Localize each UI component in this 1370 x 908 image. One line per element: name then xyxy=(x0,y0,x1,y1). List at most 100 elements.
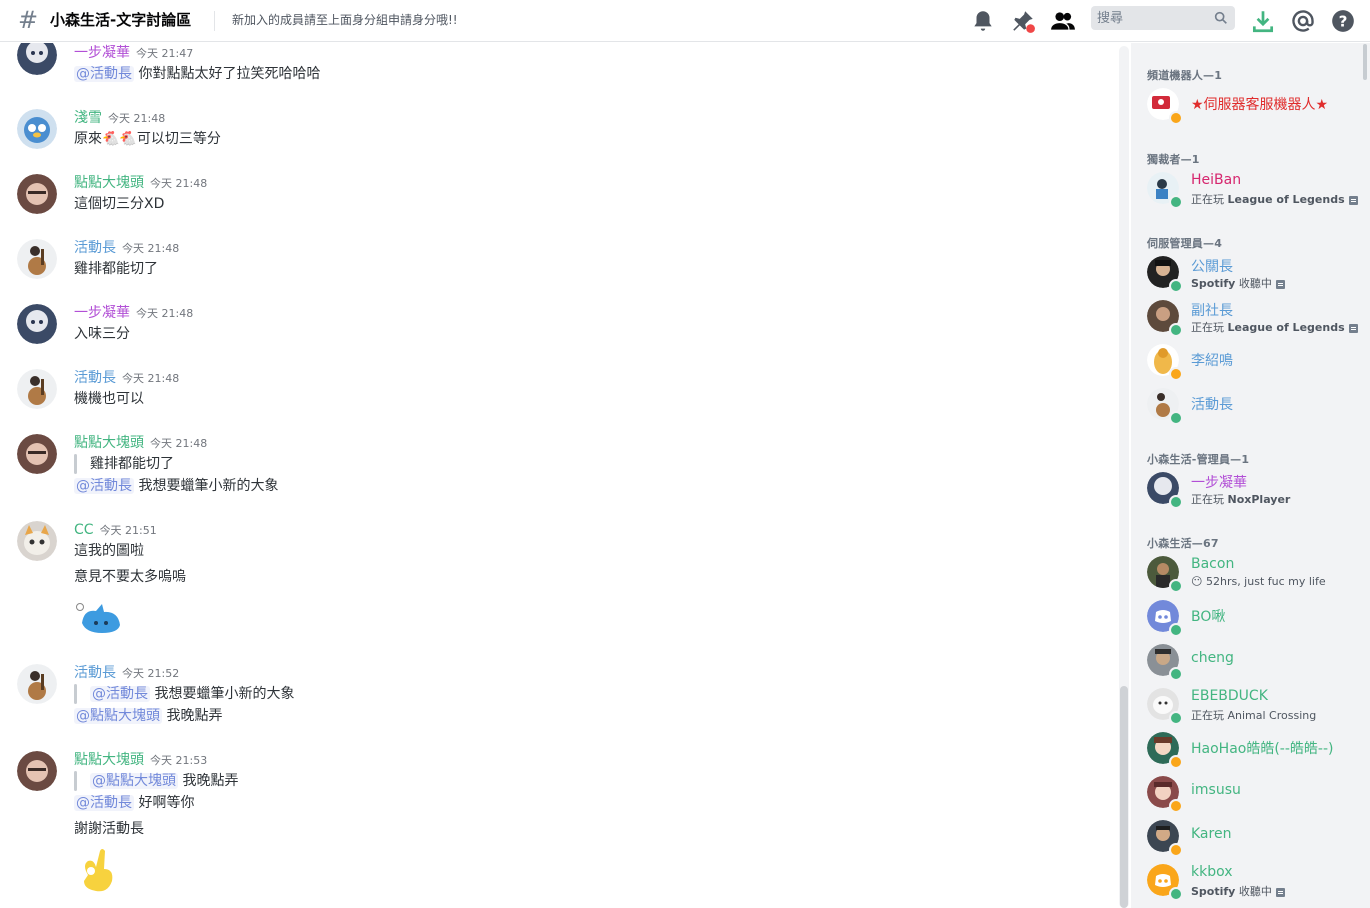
timestamp: 今天 21:48 xyxy=(150,437,208,450)
download-icon[interactable] xyxy=(1250,8,1276,34)
avatar[interactable] xyxy=(17,434,57,474)
status-indicator xyxy=(1169,799,1183,813)
text: 我晚點弄 xyxy=(166,708,223,724)
quote-bar xyxy=(74,771,77,791)
rich-presence-icon xyxy=(1348,195,1358,205)
avatar[interactable] xyxy=(17,369,57,409)
member-name: 一步凝華 xyxy=(1191,475,1247,491)
member-activity: 正在玩 NoxPlayer xyxy=(1191,493,1291,506)
channel-topic[interactable]: 新加入的成員請至上面身分組申請身分哦!! xyxy=(232,11,458,28)
status-indicator xyxy=(1169,667,1183,681)
avatar[interactable] xyxy=(17,304,57,344)
member-name: BO啾 xyxy=(1191,609,1226,625)
rich-presence-icon xyxy=(1348,323,1358,333)
username[interactable]: 一步凝華 xyxy=(74,45,130,61)
status-indicator xyxy=(1169,579,1183,593)
member-item[interactable]: Karen xyxy=(1131,815,1363,857)
timestamp: 今天 21:48 xyxy=(108,112,166,125)
username[interactable]: 活動長 xyxy=(74,240,116,256)
group-header: 小森生活—67 xyxy=(1147,537,1219,550)
message-text: @活動長 你對點點太好了拉笑死哈哈哈 xyxy=(74,63,320,83)
message-text: 謝謝活動長 xyxy=(74,821,144,837)
message-text: @點點大塊頭 我晚點弄 xyxy=(74,705,222,725)
avatar[interactable] xyxy=(17,174,57,214)
username[interactable]: 點點大塊頭 xyxy=(74,752,144,768)
member-name: ★伺服器客服機器人★ xyxy=(1191,97,1329,113)
timestamp: 今天 21:47 xyxy=(136,47,194,60)
username[interactable]: 一步凝華 xyxy=(74,305,130,321)
member-item[interactable]: BO啾 xyxy=(1131,595,1363,637)
reply-quote[interactable]: @活動長 我想要蠟筆小新的大象 xyxy=(74,683,294,704)
member-list[interactable]: 頻道機器人—1 ★伺服器客服機器人★ 獨裁者—1 HeiBan 正在玩 Leag… xyxy=(1131,43,1370,908)
avatar[interactable] xyxy=(17,521,57,561)
member-activity: Spotify 收聽中 xyxy=(1191,275,1285,291)
member-item[interactable]: HaoHao皓皓(--皓皓--) xyxy=(1131,727,1363,769)
member-item[interactable]: 公關長 Spotify 收聽中 xyxy=(1131,251,1363,293)
message-list[interactable]: 一步凝華 今天 21:47 @活動長 你對點點太好了拉笑死哈哈哈 淺雪 今天 21:… xyxy=(0,43,1118,908)
member-item[interactable]: 李紹鳴 xyxy=(1131,339,1363,381)
group-header: 頻道機器人—1 xyxy=(1147,69,1223,82)
help-icon[interactable]: ? xyxy=(1330,8,1356,34)
member-name: Karen xyxy=(1191,826,1232,842)
mention[interactable]: @活動長 xyxy=(74,795,134,811)
avatar[interactable] xyxy=(17,109,57,149)
username[interactable]: 點點大塊頭 xyxy=(74,175,144,191)
avatar[interactable] xyxy=(17,664,57,704)
member-name: kkbox xyxy=(1191,864,1233,880)
chat-scrollbar-thumb[interactable] xyxy=(1120,686,1128,908)
search-input[interactable] xyxy=(1091,6,1207,30)
username[interactable]: CC xyxy=(74,522,94,538)
mention[interactable]: @活動長 xyxy=(74,66,134,82)
mentions-icon[interactable] xyxy=(1290,8,1316,34)
timestamp: 今天 21:52 xyxy=(122,667,180,680)
member-custom-status: 😶 52hrs, just fuc my life xyxy=(1191,575,1326,588)
search-box[interactable] xyxy=(1091,6,1235,30)
status-indicator xyxy=(1169,323,1183,337)
status-indicator xyxy=(1169,887,1183,901)
reply-quote[interactable]: 雞排都能切了 xyxy=(74,453,174,474)
pin-icon[interactable] xyxy=(1010,8,1036,34)
member-item[interactable]: 副社長 正在玩 League of Legends xyxy=(1131,295,1363,337)
message-text: 這個切三分XD xyxy=(74,196,165,212)
avatar[interactable] xyxy=(17,751,57,791)
member-name: 公關長 xyxy=(1191,259,1233,275)
avatar[interactable] xyxy=(17,43,57,75)
member-scrollbar-thumb[interactable] xyxy=(1363,44,1367,80)
quote-text: 我晚點弄 xyxy=(182,773,239,789)
avatar[interactable] xyxy=(17,239,57,279)
mention[interactable]: @點點大塊頭 xyxy=(90,773,178,789)
ok-hand-emoji xyxy=(84,849,113,892)
neutral-face-emoji: 😶 xyxy=(1191,575,1203,588)
username[interactable]: 淺雪 xyxy=(74,110,102,126)
member-name: 活動長 xyxy=(1191,397,1233,413)
custom-emoji-sticker[interactable] xyxy=(74,599,122,639)
member-name: HaoHao皓皓(--皓皓--) xyxy=(1191,741,1334,757)
member-activity: Spotify 收聽中 xyxy=(1191,883,1285,899)
member-item[interactable]: 一步凝華 正在玩 NoxPlayer xyxy=(1131,467,1363,509)
mention[interactable]: @點點大塊頭 xyxy=(74,708,162,724)
username[interactable]: 活動長 xyxy=(74,665,116,681)
mention[interactable]: @活動長 xyxy=(74,478,134,494)
reply-quote[interactable]: @點點大塊頭 我晚點弄 xyxy=(74,770,238,791)
member-item[interactable]: 活動長 xyxy=(1131,383,1363,425)
text: 你對點點太好了拉笑死哈哈哈 xyxy=(138,66,321,82)
status-indicator xyxy=(1169,755,1183,769)
timestamp: 今天 21:48 xyxy=(122,372,180,385)
message-text: 原來🐔🐔可以切三等分 xyxy=(74,131,221,147)
member-item[interactable]: EBEBDUCK 正在玩 Animal Crossing xyxy=(1131,683,1363,725)
username[interactable]: 點點大塊頭 xyxy=(74,435,144,451)
member-item[interactable]: imsusu xyxy=(1131,771,1363,813)
member-item[interactable]: HeiBan 正在玩 League of Legends xyxy=(1131,167,1363,209)
member-item[interactable]: kkbox Spotify 收聽中 xyxy=(1131,859,1363,901)
timestamp: 今天 21:53 xyxy=(150,754,208,767)
mention[interactable]: @活動長 xyxy=(90,686,150,702)
member-item[interactable]: Bacon 😶 52hrs, just fuc my life xyxy=(1131,551,1363,593)
member-item[interactable]: ★伺服器客服機器人★ xyxy=(1131,83,1363,125)
status-indicator xyxy=(1169,195,1183,209)
bell-icon[interactable] xyxy=(970,8,996,34)
username[interactable]: 活動長 xyxy=(74,370,116,386)
member-item[interactable]: cheng xyxy=(1131,639,1363,681)
member-list-icon[interactable] xyxy=(1050,8,1076,34)
search-icon xyxy=(1214,11,1227,24)
message-text: 意見不要太多嗚嗚 xyxy=(74,569,186,585)
